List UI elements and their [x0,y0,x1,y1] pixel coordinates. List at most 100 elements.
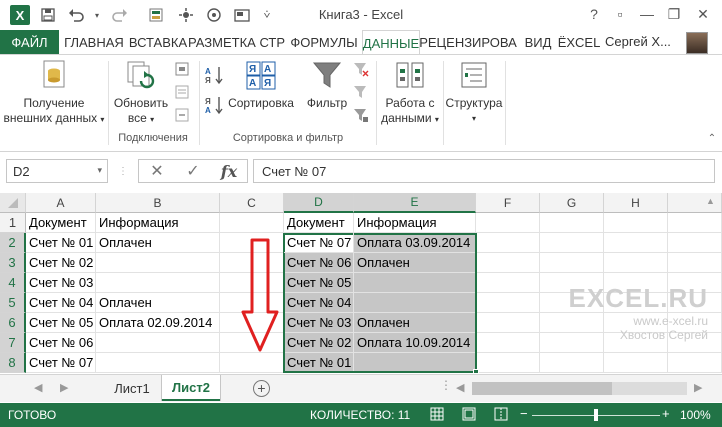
sheet-tab-1[interactable]: Лист1 [104,375,160,401]
page-layout-view-icon[interactable] [462,407,476,424]
cell-b5[interactable]: Оплачен [96,293,220,313]
cell-f7[interactable] [476,333,540,353]
column-header-d[interactable]: D [284,193,354,213]
cell-c1[interactable] [220,213,284,233]
name-box-dropdown-icon[interactable]: ▾ [97,165,102,176]
tab-file[interactable]: ФАЙЛ [0,30,59,54]
cell-d8[interactable]: Счет № 01 [284,353,354,373]
tab-data[interactable]: ДАННЫЕ [362,30,420,55]
cell-g3[interactable] [540,253,604,273]
redo-icon[interactable] [108,4,130,26]
screenshot-icon[interactable] [232,4,252,26]
cell-f8[interactable] [476,353,540,373]
cell-h5[interactable] [604,293,668,313]
cell-f1[interactable] [476,213,540,233]
sheet-nav-next-icon[interactable]: ▶ [60,381,68,394]
cell-a3[interactable]: Счет № 02 [26,253,96,273]
undo-dropdown-icon[interactable]: ▾ [92,4,102,26]
select-all-corner[interactable] [0,193,26,213]
cell-h1[interactable] [604,213,668,233]
tab-home[interactable]: ГЛАВНАЯ [63,30,125,54]
cell-e7[interactable]: Оплата 10.09.2014 [354,333,476,353]
cell-f6[interactable] [476,313,540,333]
cell-e5[interactable] [354,293,476,313]
cell-a6[interactable]: Счет № 05 [26,313,96,333]
column-header-h[interactable]: H [604,193,668,213]
page-break-view-icon[interactable] [494,407,508,424]
cell-h3[interactable] [604,253,668,273]
cell-b4[interactable] [96,273,220,293]
tab-formulas[interactable]: ФОРМУЛЫ [290,30,358,54]
edit-links-icon[interactable] [174,107,190,123]
enter-icon[interactable]: ✓ [175,161,211,181]
sheet-tab-2[interactable]: Лист2 [162,375,220,401]
cell-g7[interactable] [540,333,604,353]
cell-h6[interactable] [604,313,668,333]
cell-g6[interactable] [540,313,604,333]
column-header-b[interactable]: B [96,193,220,213]
row-header-2[interactable]: 2 [0,233,26,253]
avatar[interactable] [686,32,708,54]
cell-d1[interactable]: Документ [284,213,354,233]
macro-icon[interactable] [176,4,196,26]
undo-icon[interactable] [64,4,90,26]
outline-button[interactable]: Структура ▾ [445,59,503,126]
cancel-icon[interactable]: ✕ [139,161,175,181]
cell-h4[interactable] [604,273,668,293]
hscroll-left-icon[interactable]: ◀ [456,381,464,394]
get-external-data-button[interactable]: Получение внешних данных ▾ [2,59,106,127]
cell-b8[interactable] [96,353,220,373]
tab-page-layout[interactable]: РАЗМЕТКА СТР [188,30,285,54]
close-button[interactable]: ✕ [690,3,716,25]
advanced-filter-icon[interactable] [353,107,369,123]
fill-handle[interactable] [473,369,479,373]
user-name[interactable]: Сергей Х... [605,34,671,49]
cell-d7[interactable]: Счет № 02 [284,333,354,353]
cell-h2[interactable] [604,233,668,253]
sort-ascending-icon[interactable]: AЯ [204,65,224,85]
cell-e1[interactable]: Информация [354,213,476,233]
cell-e4[interactable] [354,273,476,293]
cell-i6[interactable] [668,313,722,333]
cell-d2[interactable]: Счет № 07 [284,233,354,253]
normal-view-icon[interactable] [430,407,444,424]
tab-split-handle[interactable]: ⋮ [440,378,452,392]
cell-d4[interactable]: Счет № 05 [284,273,354,293]
column-header-c[interactable]: C [220,193,284,213]
cell-a1[interactable]: Документ [26,213,96,233]
restore-button[interactable]: ❐ [661,3,687,25]
connections-icon[interactable] [174,61,190,77]
cell-d5[interactable]: Счет № 04 [284,293,354,313]
cell-e6[interactable]: Оплачен [354,313,476,333]
cell-d6[interactable]: Счет № 03 [284,313,354,333]
cell-f2[interactable] [476,233,540,253]
horizontal-scrollbar[interactable] [472,382,687,395]
help-button[interactable]: ? [581,3,607,25]
cell-a5[interactable]: Счет № 04 [26,293,96,313]
cell-e3[interactable]: Оплачен [354,253,476,273]
filter-button[interactable]: Фильтр [300,59,354,111]
tab-insert[interactable]: ВСТАВКА [128,30,188,54]
sheet-nav-prev-icon[interactable]: ◀ [34,381,42,394]
tab-review[interactable]: РЕЦЕНЗИРОВА [419,30,517,54]
zoom-level[interactable]: 100% [680,408,711,422]
more-icon[interactable]: ⩒ [258,4,276,26]
cell-b2[interactable]: Оплачен [96,233,220,253]
cell-i2[interactable] [668,233,722,253]
cell-b7[interactable] [96,333,220,353]
name-box[interactable]: D2 ▾ [6,159,108,183]
cell-b6[interactable]: Оплата 02.09.2014 [96,313,220,333]
cell-b3[interactable] [96,253,220,273]
zoom-in-button[interactable]: + [662,406,670,421]
column-header-g[interactable]: G [540,193,604,213]
cell-d3[interactable]: Счет № 06 [284,253,354,273]
row-header-3[interactable]: 3 [0,253,26,273]
tab-excel-addin[interactable]: ЁXCEL [558,30,601,54]
cell-g5[interactable] [540,293,604,313]
row-header-6[interactable]: 6 [0,313,26,333]
cell-b1[interactable]: Информация [96,213,220,233]
cell-f3[interactable] [476,253,540,273]
camera-icon[interactable] [204,4,224,26]
sort-descending-icon[interactable]: ЯA [204,95,224,115]
zoom-out-button[interactable]: − [520,406,528,421]
